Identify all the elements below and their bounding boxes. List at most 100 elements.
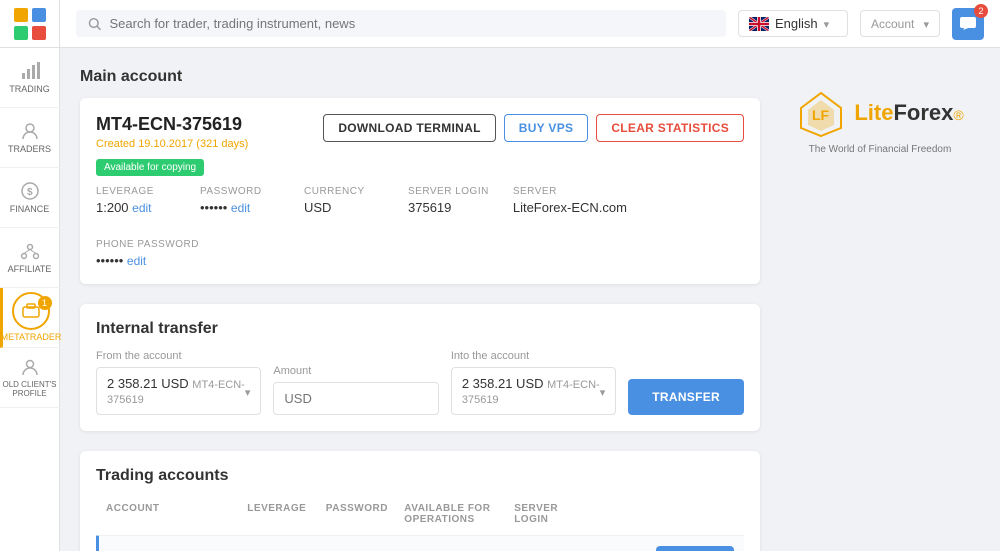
detail-phone-password: PHONE PASSWORD •••••• edit	[96, 239, 199, 268]
main-account-title: Main account	[80, 68, 760, 86]
top-up-button[interactable]: TOP UP	[656, 546, 734, 551]
language-label: English	[775, 16, 818, 31]
sidebar-item-finance-label: FINANCE	[10, 205, 50, 215]
search-bar[interactable]	[76, 10, 726, 37]
amount-input[interactable]	[284, 391, 427, 406]
left-panel: Main account MT4-ECN-375619 Created 19.1…	[80, 68, 760, 531]
account-date: Created 19.10.2017 (321 days)	[96, 138, 248, 150]
col-header-leverage: LEVERAGE	[247, 503, 326, 525]
password-value: •••••• edit	[200, 200, 280, 215]
old-clients-icon	[19, 356, 41, 378]
amount-field[interactable]	[273, 382, 438, 415]
language-selector[interactable]: English	[738, 10, 848, 37]
sidebar-item-finance[interactable]: $ FINANCE	[0, 168, 60, 228]
sidebar-item-old-clients-profile[interactable]: OLD CLIENT'S PROFILE	[0, 348, 60, 408]
page-content: Main account MT4-ECN-375619 Created 19.1…	[60, 48, 1000, 551]
amount-group: Amount	[273, 365, 438, 415]
affiliate-icon	[19, 240, 41, 262]
sidebar-item-metatrader[interactable]: METATRADER 1	[0, 288, 60, 348]
amount-label: Amount	[273, 365, 438, 377]
finance-icon: $	[19, 180, 41, 202]
into-account-chevron-icon	[600, 384, 606, 399]
sidebar-item-traders[interactable]: TRADERS	[0, 108, 60, 168]
currency-label: CURRENCY	[304, 186, 384, 197]
detail-server-login: SERVER LOGIN 375619	[408, 186, 489, 215]
into-account-group: Into the account 2 358.21 USD MT4-ECN-37…	[451, 350, 616, 415]
leverage-edit-link[interactable]: edit	[132, 201, 151, 215]
header-account-label: Account	[871, 17, 914, 31]
col-header-password: PASSWORD	[326, 503, 405, 525]
svg-text:LF: LF	[812, 107, 830, 123]
server-login-label: SERVER LOGIN	[408, 186, 489, 197]
chat-badge: 2	[974, 4, 988, 18]
language-chevron-icon	[824, 16, 830, 31]
chat-icon	[959, 16, 977, 32]
trading-accounts-section: Trading accounts ACCOUNT LEVERAGE PASSWO…	[80, 451, 760, 551]
trading-accounts-title: Trading accounts	[96, 467, 744, 485]
sidebar-item-metatrader-label: METATRADER	[1, 333, 62, 343]
clear-statistics-button[interactable]: CLEAR STATISTICS	[596, 114, 744, 142]
search-icon	[88, 17, 102, 31]
from-account-select[interactable]: 2 358.21 USD MT4-ECN-375619	[96, 367, 261, 415]
logo-text-block: Lite Forex ®	[854, 100, 963, 126]
download-terminal-button[interactable]: DOWNLOAD TERMINAL	[323, 114, 495, 142]
header-account-dropdown[interactable]: Account	[860, 10, 940, 37]
sidebar-item-traders-label: TRADERS	[8, 145, 51, 155]
account-header: MT4-ECN-375619 Created 19.10.2017 (321 d…	[96, 114, 744, 150]
col-header-action	[656, 503, 735, 525]
server-login-value: 375619	[408, 200, 489, 215]
col-header-account: ACCOUNT	[106, 503, 247, 525]
detail-currency: CURRENCY USD	[304, 186, 384, 215]
leverage-label: LEVERAGE	[96, 186, 176, 197]
search-input[interactable]	[110, 16, 714, 31]
sidebar-item-trading[interactable]: TRADING	[0, 48, 60, 108]
metatrader-badge: 1	[38, 296, 52, 310]
transfer-button[interactable]: TRANSFER	[628, 379, 744, 415]
row-top-up: TOP UP	[656, 546, 734, 551]
sidebar-item-affiliate-label: AFFILIATE	[8, 265, 52, 275]
main-account-section: Main account MT4-ECN-375619 Created 19.1…	[80, 68, 760, 284]
table-header: ACCOUNT LEVERAGE PASSWORD AVAILABLE FOR …	[96, 497, 744, 531]
col-header-main	[593, 503, 656, 525]
trading-icon	[19, 60, 41, 82]
phone-password-label: PHONE PASSWORD	[96, 239, 199, 250]
account-card: MT4-ECN-375619 Created 19.10.2017 (321 d…	[80, 98, 760, 284]
detail-password: PASSWORD •••••• edit	[200, 186, 280, 215]
language-flag	[749, 17, 769, 31]
logo-text: Lite Forex ®	[854, 100, 963, 126]
table-row: MT4-ECN-375619 Available for copying 1:2…	[96, 535, 744, 551]
from-account-chevron-icon	[245, 384, 251, 399]
main-content: English Account 2 Main account M	[60, 0, 1000, 551]
transfer-title: Internal transfer	[96, 320, 744, 338]
from-account-label: From the account	[96, 350, 261, 362]
right-panel: LF Lite Forex ® The World of Financial F…	[780, 68, 980, 531]
sidebar-item-affiliate[interactable]: AFFILIATE	[0, 228, 60, 288]
col-header-server-login: SERVER LOGIN	[514, 503, 593, 525]
into-account-select[interactable]: 2 358.21 USD MT4-ECN-375619	[451, 367, 616, 415]
transfer-section: Internal transfer From the account 2 358…	[80, 304, 760, 431]
logo	[0, 0, 60, 48]
logo-subtitle: The World of Financial Freedom	[809, 144, 952, 155]
account-name: MT4-ECN-375619	[96, 114, 248, 135]
server-value: LiteForex-ECN.com	[513, 200, 627, 215]
liteforex-logo-icon: LF	[796, 88, 846, 138]
server-label: SERVER	[513, 186, 627, 197]
sidebar: TRADING TRADERS $ FINANCE	[0, 0, 60, 551]
chat-button[interactable]: 2	[952, 8, 984, 40]
col-header-available: AVAILABLE FOR OPERATIONS	[404, 503, 514, 525]
currency-value: USD	[304, 200, 384, 215]
password-label: PASSWORD	[200, 186, 280, 197]
from-account-group: From the account 2 358.21 USD MT4-ECN-37…	[96, 350, 261, 415]
into-account-label: Into the account	[451, 350, 616, 362]
available-for-copying-badge: Available for copying	[96, 159, 204, 176]
buy-vps-button[interactable]: BUY VPS	[504, 114, 589, 142]
password-edit-link[interactable]: edit	[231, 201, 250, 215]
account-details: LEVERAGE 1:200 edit PASSWORD •••••• edit…	[96, 186, 744, 268]
detail-server: SERVER LiteForex-ECN.com	[513, 186, 627, 215]
phone-password-edit-link[interactable]: edit	[127, 254, 146, 268]
logo-lite: Lite	[854, 100, 893, 126]
sidebar-item-old-clients-label: OLD CLIENT'S PROFILE	[0, 381, 60, 399]
phone-password-value: •••••• edit	[96, 253, 199, 268]
account-info: MT4-ECN-375619 Created 19.10.2017 (321 d…	[96, 114, 248, 150]
header: English Account 2	[60, 0, 1000, 48]
